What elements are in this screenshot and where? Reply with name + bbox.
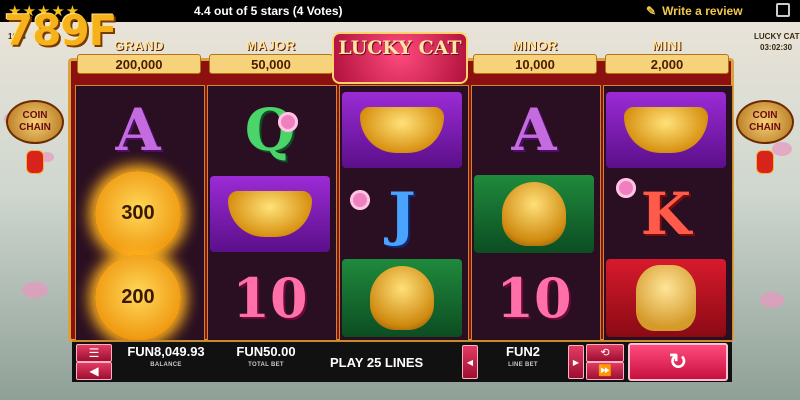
symbol-ten: 10	[470, 256, 598, 339]
play-lines-button[interactable]: PLAY 25 LINES	[330, 355, 423, 370]
site-logo: 789F	[4, 6, 117, 55]
symbol-gold-ingot	[338, 88, 466, 171]
corner-game-title: LUCKY CAT	[754, 32, 800, 41]
coin-chain-badge-left: COIN CHAIN	[6, 100, 64, 144]
lotus-icon	[616, 178, 636, 198]
lotus-icon	[278, 112, 298, 132]
spin-icon: ↻	[668, 349, 688, 374]
symbol-letter: 10	[232, 265, 308, 330]
line-bet-increase-button[interactable]: ▶	[568, 345, 584, 379]
symbol-a: A	[470, 88, 598, 171]
symbol-letter: 10	[496, 265, 572, 330]
symbol-buddha	[470, 172, 598, 255]
buddha-icon	[502, 181, 566, 246]
symbol-letter: A	[511, 95, 557, 164]
balance-label: BALANCE	[150, 362, 182, 368]
jackpot-value: 10,000	[473, 54, 597, 74]
clock: 03:02:30	[760, 43, 793, 52]
game-title-logo: LUCKY CAT	[332, 32, 468, 84]
jackpot-value: 2,000	[605, 54, 729, 74]
symbol-j: J	[338, 172, 466, 255]
coin-value: 300	[95, 170, 181, 257]
write-review-label: Write a review	[662, 4, 743, 18]
symbol-a: A	[74, 88, 202, 171]
line-bet-value: FUN2	[506, 344, 540, 359]
lantern-icon	[756, 150, 774, 174]
jackpot-name: MINI	[652, 38, 682, 53]
total-bet-display: FUN50.00 TOTAL BET	[218, 344, 314, 368]
line-bet-display: FUN2 LINE BET	[480, 344, 566, 368]
gold-ingot-icon	[228, 190, 312, 237]
symbol-gold-ingot	[206, 172, 334, 255]
total-bet-label: TOTAL BET	[248, 362, 284, 368]
top-bar: ★★★★★ 4.4 out of 5 stars (4 Votes) ✎ Writ…	[0, 0, 800, 22]
spin-button[interactable]: ↻	[628, 343, 728, 381]
jackpot-name: MINOR	[512, 38, 558, 53]
symbol-gold-ingot	[602, 88, 730, 171]
symbol-buddha	[338, 256, 466, 339]
line-bet-decrease-button[interactable]: ◀	[462, 345, 478, 379]
coin-value: 200	[95, 254, 181, 341]
lantern-icon	[26, 150, 44, 174]
rating-text: 4.4 out of 5 stars (4 Votes)	[194, 4, 343, 18]
speaker-icon[interactable]: ◀	[76, 362, 112, 380]
lucky-cat-icon	[636, 264, 696, 331]
jackpot-minor: MINOR 10,000	[470, 38, 600, 78]
symbol-coin: 200	[74, 254, 202, 341]
jackpot-name: MAJOR	[246, 38, 296, 53]
write-review-link[interactable]: ✎ Write a review	[646, 4, 743, 18]
jackpot-mini: MINI 2,000	[602, 38, 732, 78]
gold-ingot-icon	[360, 106, 444, 153]
line-bet-label: LINE BET	[508, 362, 538, 368]
symbol-letter: J	[388, 179, 416, 248]
game-title: LUCKY CAT	[338, 37, 462, 59]
symbol-coin: 300	[74, 170, 202, 257]
symbol-letter: K	[640, 179, 692, 248]
symbol-ten: 10	[206, 256, 334, 339]
balance-display: FUN8,049.93 BALANCE	[118, 344, 214, 368]
jackpot-major: MAJOR 50,000	[206, 38, 336, 78]
symbol-q: Q	[206, 88, 334, 171]
symbol-lucky-cat	[602, 256, 730, 339]
balance-value: FUN8,049.93	[127, 344, 205, 359]
menu-icon[interactable]: ☰	[76, 344, 112, 362]
total-bet-value: FUN50.00	[236, 344, 296, 359]
fullscreen-icon[interactable]	[776, 3, 790, 17]
buddha-icon	[370, 265, 434, 330]
gold-ingot-icon	[624, 106, 708, 153]
coin-chain-badge-right: COIN CHAIN	[736, 100, 794, 144]
jackpot-value: 200,000	[77, 54, 201, 74]
jackpot-value: 50,000	[209, 54, 333, 74]
symbol-letter: A	[115, 95, 161, 164]
autoplay-icon[interactable]: ⟲	[586, 344, 624, 362]
fast-forward-icon[interactable]: ⏩	[586, 362, 624, 380]
pencil-icon: ✎	[646, 4, 657, 18]
lotus-icon	[350, 190, 370, 210]
